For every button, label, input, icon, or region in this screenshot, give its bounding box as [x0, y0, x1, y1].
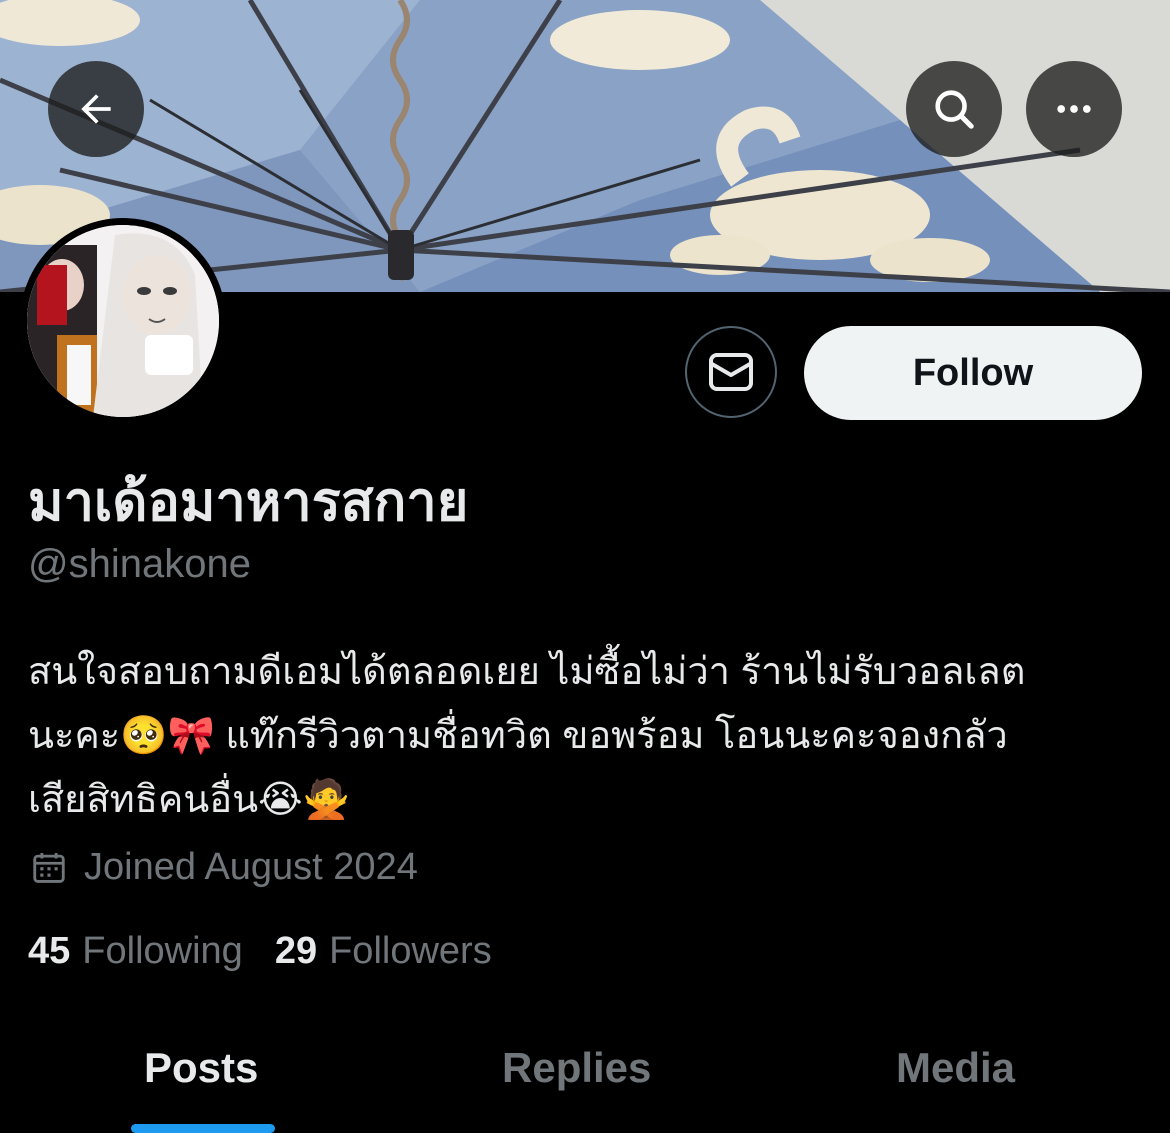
following-count: 45: [28, 930, 71, 972]
search-icon: [935, 90, 974, 129]
followers-label: Followers: [329, 930, 492, 972]
follow-stats: 45 Following 29 Followers: [28, 930, 524, 973]
tab-posts[interactable]: Posts: [144, 1044, 258, 1092]
bio-line: นะคะ🥺🎀 แท๊กรีวิวตามชื่อทวิต ขอพร้อม โอนน…: [28, 715, 1008, 757]
avatar-image: [27, 225, 219, 417]
joined-date: Joined August 2024: [30, 846, 418, 889]
active-tab-indicator: [131, 1124, 275, 1133]
following-label: Following: [82, 930, 243, 972]
more-horizontal-icon: [1057, 105, 1091, 113]
following-link[interactable]: 45 Following: [28, 930, 243, 973]
bio-line: สนใจสอบถามดีเอมได้ตลอดเยย ไม่ซื้อไม่ว่า …: [28, 651, 1026, 693]
arrow-left-icon: [81, 94, 111, 124]
message-button[interactable]: [685, 326, 777, 418]
profile-avatar[interactable]: [20, 218, 226, 424]
mail-icon: [709, 353, 753, 391]
tab-media[interactable]: Media: [896, 1044, 1015, 1092]
tab-replies[interactable]: Replies: [502, 1044, 651, 1092]
back-button[interactable]: [48, 61, 144, 157]
profile-handle: @shinakone: [28, 542, 251, 586]
search-button[interactable]: [906, 61, 1002, 157]
follow-button[interactable]: Follow: [804, 326, 1142, 420]
more-options-button[interactable]: [1026, 61, 1122, 157]
joined-text: Joined August 2024: [84, 846, 418, 888]
profile-bio: สนใจสอบถามดีเอมได้ตลอดเยย ไม่ซื้อไม่ว่า …: [28, 640, 1148, 832]
calendar-icon: [30, 849, 68, 887]
followers-count: 29: [274, 930, 318, 972]
followers-link[interactable]: 29 Followers: [275, 930, 492, 973]
profile-tabs: Posts Replies Media: [0, 1030, 1170, 1133]
display-name: มาเด้อมาหารสกาย: [28, 472, 469, 532]
bio-line: เสียสิทธิคนอื่น😭🙅: [28, 779, 350, 821]
